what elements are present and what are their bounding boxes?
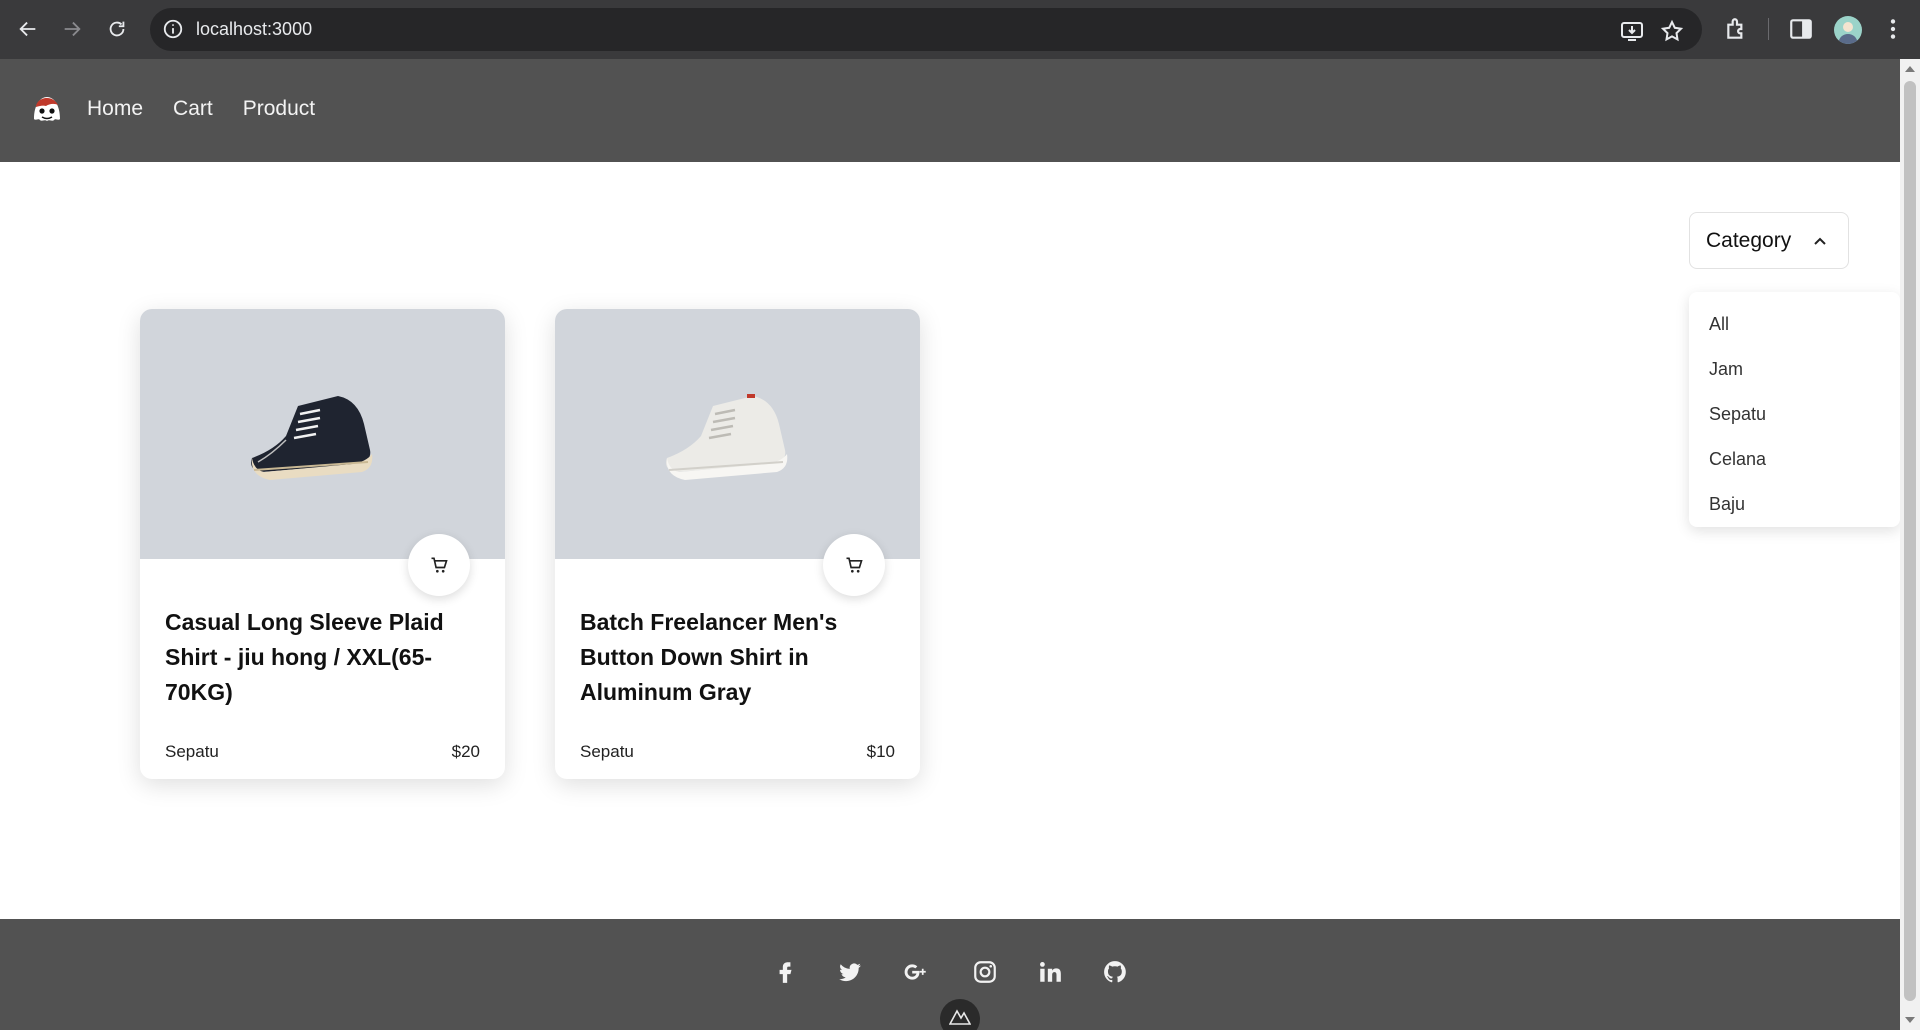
install-app-icon[interactable]	[1620, 19, 1644, 43]
scroll-down-arrow-icon[interactable]	[1905, 1017, 1915, 1023]
toolbar-divider	[1768, 18, 1769, 40]
instagram-icon[interactable]	[972, 959, 998, 985]
browser-toolbar: localhost:3000	[0, 0, 1920, 59]
scroll-up-arrow-icon[interactable]	[1905, 66, 1915, 72]
category-option-all[interactable]: All	[1689, 302, 1900, 347]
product-image[interactable]	[140, 309, 505, 559]
back-button[interactable]	[13, 14, 43, 44]
chevron-up-icon	[1814, 237, 1826, 245]
reload-icon	[109, 21, 125, 37]
product-price: $10	[866, 742, 895, 761]
site-footer	[0, 919, 1900, 1030]
scrollbar-thumb[interactable]	[1904, 81, 1916, 1001]
category-button-label: Category	[1706, 228, 1792, 252]
sneaker-image	[666, 394, 788, 480]
site-header: Home Cart Product	[0, 59, 1900, 162]
nuxt-devtools-button[interactable]	[940, 999, 980, 1030]
product-title[interactable]: Casual Long Sleeve Plaid Shirt - jiu hon…	[165, 605, 485, 710]
twitter-icon[interactable]	[837, 959, 863, 985]
product-category: Sepatu	[165, 742, 219, 761]
more-menu-icon[interactable]	[1880, 16, 1906, 42]
category-option-celana[interactable]: Celana	[1689, 437, 1900, 482]
category-dropdown-menu: All Jam Sepatu Celana Baju	[1689, 292, 1900, 527]
category-option-sepatu[interactable]: Sepatu	[1689, 392, 1900, 437]
forward-button[interactable]	[57, 14, 87, 44]
product-card[interactable]: Batch Freelancer Men's Button Down Shirt…	[555, 309, 920, 779]
category-dropdown-button[interactable]: Category	[1689, 212, 1849, 269]
product-title[interactable]: Batch Freelancer Men's Button Down Shirt…	[580, 605, 900, 710]
reload-button[interactable]	[102, 14, 132, 44]
category-option-jam[interactable]: Jam	[1689, 347, 1900, 392]
page-scrollbar[interactable]	[1900, 59, 1920, 1030]
extensions-icon[interactable]	[1724, 16, 1750, 42]
nuxt-logo-icon	[949, 1009, 971, 1025]
avatar-icon	[1838, 22, 1858, 44]
address-bar[interactable]: localhost:3000	[150, 8, 1702, 51]
url-text[interactable]: localhost:3000	[196, 19, 312, 40]
nav-cart-link[interactable]: Cart	[173, 97, 213, 121]
logo-icon[interactable]	[30, 93, 64, 127]
main-nav: Home Cart Product	[87, 97, 315, 121]
category-option-baju[interactable]: Baju	[1689, 482, 1900, 527]
facebook-icon[interactable]	[772, 959, 798, 985]
info-icon[interactable]	[162, 18, 184, 40]
product-category: Sepatu	[580, 742, 634, 761]
nav-product-link[interactable]: Product	[243, 97, 315, 121]
arrow-left-icon	[19, 21, 36, 37]
cart-icon	[846, 557, 863, 573]
product-card[interactable]: Casual Long Sleeve Plaid Shirt - jiu hon…	[140, 309, 505, 779]
bookmark-star-icon[interactable]	[1660, 19, 1684, 43]
cart-icon	[431, 557, 448, 573]
add-to-cart-button[interactable]	[408, 534, 470, 596]
github-icon[interactable]	[1102, 959, 1128, 985]
add-to-cart-button[interactable]	[823, 534, 885, 596]
google-plus-icon[interactable]	[903, 959, 929, 985]
arrow-right-icon	[64, 21, 81, 37]
product-price: $20	[451, 742, 480, 761]
side-panel-icon[interactable]	[1788, 16, 1814, 42]
nav-home-link[interactable]: Home	[87, 97, 143, 121]
product-image[interactable]	[555, 309, 920, 559]
sneaker-image	[251, 396, 373, 480]
profile-avatar[interactable]	[1834, 16, 1862, 44]
linkedin-icon[interactable]	[1037, 959, 1063, 985]
